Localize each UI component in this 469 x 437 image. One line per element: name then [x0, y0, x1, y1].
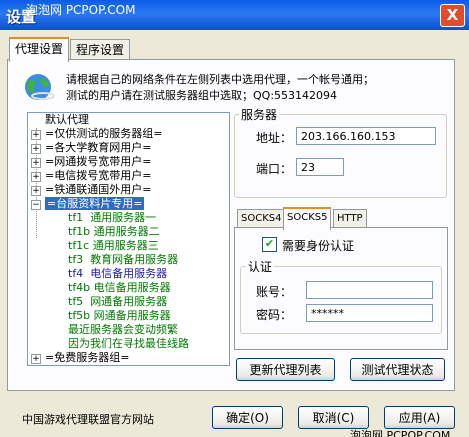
tab-socks5[interactable]: SOCKS5 [283, 207, 332, 230]
leaf-id: tf5b [68, 309, 91, 322]
address-input[interactable]: 203.166.160.153 [296, 127, 436, 145]
tree-item-default[interactable]: 默认代理 [45, 113, 89, 127]
leaf-name: 通用服务器三 [92, 239, 159, 252]
password-label: 密码： [256, 308, 293, 322]
close-button[interactable]: X [440, 4, 465, 27]
expand-icon[interactable]: + [31, 186, 41, 196]
expand-icon[interactable]: + [31, 144, 41, 154]
tab-program-settings[interactable]: 程序设置 [70, 39, 131, 60]
leaf-name: 网通备用服务器 [90, 295, 168, 308]
tab-http[interactable]: HTTP [333, 209, 367, 228]
password-input[interactable]: ****** [306, 304, 433, 322]
leaf-id: tf3 [68, 253, 84, 266]
need-auth-checkbox[interactable]: ✔ [262, 237, 277, 252]
leaf-id: tf1c [68, 239, 90, 252]
leaf-id: tf4 [68, 267, 84, 280]
tab-proxy-settings[interactable]: 代理设置 [9, 37, 70, 62]
info-line-2: 测试的用户请在测试服务器组中选取；QQ:553142094 [66, 89, 338, 102]
need-auth-label: 需要身份认证 [282, 239, 355, 253]
tree-group[interactable]: =网通拨号宽带用户= [45, 155, 151, 169]
title-bar[interactable]: 设置 泡泡网 PCPOP.COM X [0, 0, 469, 30]
settings-dialog: 设置 泡泡网 PCPOP.COM X 代理设置 程序设置 请根据自己的网络条件在… [0, 0, 469, 437]
tree-leaf[interactable]: tf5 网通备用服务器 [68, 295, 167, 309]
ok-button[interactable]: 确定(O) [212, 406, 283, 429]
tree-leaf[interactable]: tf4 电信备用服务器 [68, 267, 167, 281]
tree-group[interactable]: =电信拨号宽带用户= [45, 169, 151, 183]
tree-leaf[interactable]: tf4b 电信备用服务器 [68, 281, 171, 295]
expand-icon[interactable]: + [31, 354, 41, 364]
expand-icon[interactable]: + [31, 172, 41, 182]
auth-group [240, 266, 442, 334]
proxy-tree[interactable]: 默认代理 + =仅供测试的服务器组= + =各大学教育网用户= + =网通拨号宽… [27, 112, 230, 366]
port-input[interactable]: 23 [296, 158, 344, 176]
address-label: 地址： [256, 131, 293, 145]
leaf-id: tf1b [68, 225, 91, 238]
tree-group[interactable]: =各大学教育网用户= [45, 141, 151, 155]
tree-note: 最近服务器会变动频繁 [68, 323, 178, 336]
leaf-name: 电信备用服务器 [90, 267, 168, 280]
leaf-id: tf5 [68, 295, 84, 308]
footer-text: 中国游戏代理联盟官方网站 [22, 413, 154, 426]
leaf-name: 电信备用服务器 [93, 281, 171, 294]
watermark-top: 泡泡网 PCPOP.COM [26, 3, 136, 17]
leaf-name: 教育网备用服务器 [90, 253, 179, 266]
tree-leaf[interactable]: tf1 通用服务器一 [68, 211, 156, 225]
tree-group-selected-label: =台服资料片专用= [45, 197, 145, 210]
tab-socks4[interactable]: SOCKS4 [237, 209, 286, 228]
leaf-name: 通用服务器一 [90, 211, 157, 224]
cancel-button[interactable]: 取消(C) [298, 406, 369, 429]
expand-icon[interactable]: + [31, 130, 41, 140]
tree-leaf[interactable]: tf3 教育网备用服务器 [68, 253, 178, 267]
tree-group-selected[interactable]: =台服资料片专用= [45, 197, 145, 211]
refresh-proxy-list-button[interactable]: 更新代理列表 [236, 358, 335, 381]
collapse-icon[interactable]: − [31, 200, 41, 210]
auth-group-label: 认证 [246, 258, 275, 275]
account-input[interactable] [306, 281, 433, 299]
leaf-id: tf4b [68, 281, 91, 294]
info-line-1: 请根据自己的网络条件在左侧列表中选用代理，一个帐号通用； [66, 73, 374, 86]
expand-icon[interactable]: + [31, 158, 41, 168]
leaf-name: 网通备用服务器 [93, 309, 171, 322]
leaf-id: tf1 [68, 211, 84, 224]
tree-group[interactable]: =免费服务器组= [45, 351, 129, 365]
tree-group[interactable]: =铁通联通国外用户= [45, 183, 151, 197]
tree-leaf[interactable]: tf5b 网通备用服务器 [68, 309, 171, 323]
globe-icon [25, 74, 55, 100]
watermark-bottom: 泡泡网 PCPOP.COM [350, 429, 451, 437]
tree-leaf[interactable]: tf1b 通用服务器二 [68, 225, 160, 239]
test-proxy-status-button[interactable]: 测试代理状态 [350, 358, 445, 381]
account-label: 账号： [256, 285, 293, 299]
port-label: 端口： [256, 162, 293, 176]
leaf-name: 通用服务器二 [93, 225, 160, 238]
tree-note: 因为我们在寻找最佳线路 [68, 337, 189, 350]
tree-leaf[interactable]: tf1c 通用服务器三 [68, 239, 159, 253]
tree-group[interactable]: =仅供测试的服务器组= [45, 127, 162, 141]
apply-button[interactable]: 应用(A) [384, 406, 455, 429]
server-group-label: 服务器 [239, 106, 280, 123]
